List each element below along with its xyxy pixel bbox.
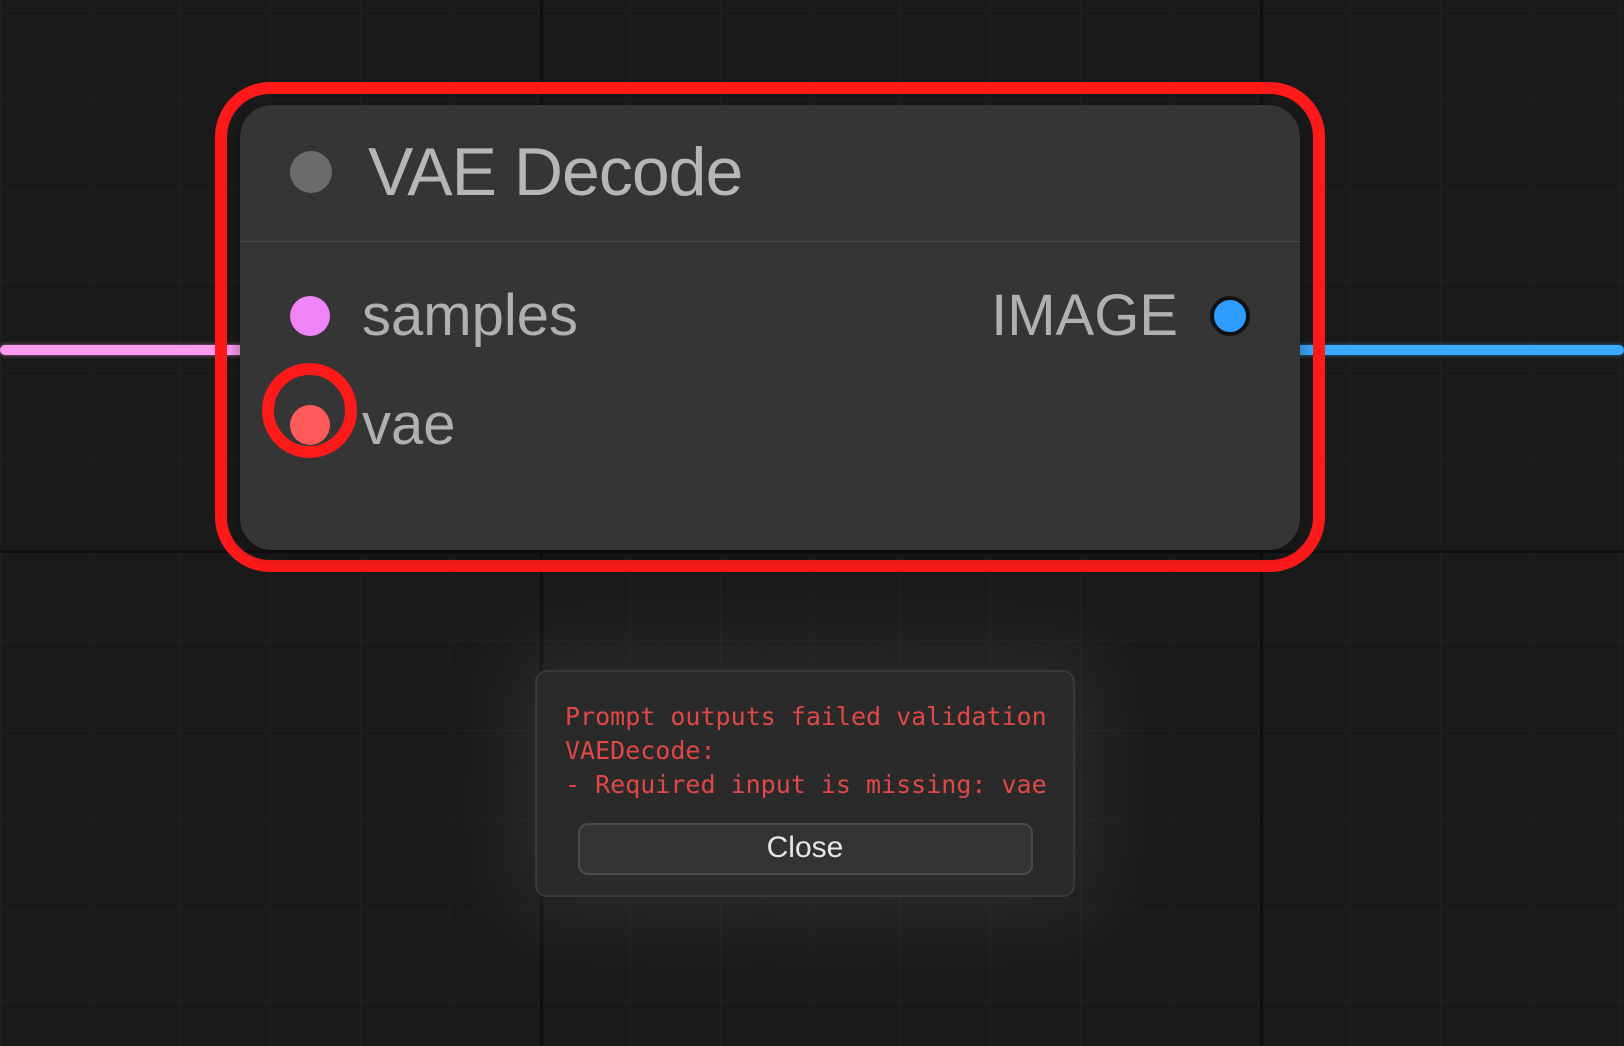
error-dialog: Prompt outputs failed validation VAEDeco… [535, 670, 1075, 897]
input-label-vae: vae [362, 391, 456, 458]
node-header[interactable]: VAE Decode [240, 105, 1300, 242]
input-samples[interactable]: samples [290, 282, 578, 349]
error-message: Prompt outputs failed validation VAEDeco… [565, 700, 1045, 801]
port-image-icon[interactable] [1210, 296, 1250, 336]
node-vae-decode[interactable]: VAE Decode samples IMAGE vae [240, 105, 1300, 550]
port-vae-icon[interactable] [290, 405, 330, 445]
node-body: samples IMAGE vae [240, 242, 1300, 498]
port-samples-icon[interactable] [290, 296, 330, 336]
input-label-samples: samples [362, 282, 578, 349]
collapse-toggle-icon[interactable] [290, 151, 332, 193]
output-image[interactable]: IMAGE [991, 282, 1250, 349]
output-label-image: IMAGE [991, 282, 1178, 349]
node-title: VAE Decode [368, 133, 742, 211]
connection-image[interactable] [1280, 345, 1624, 355]
close-button[interactable]: Close [578, 823, 1033, 875]
input-vae[interactable]: vae [290, 391, 1250, 458]
connection-samples[interactable] [0, 345, 260, 355]
